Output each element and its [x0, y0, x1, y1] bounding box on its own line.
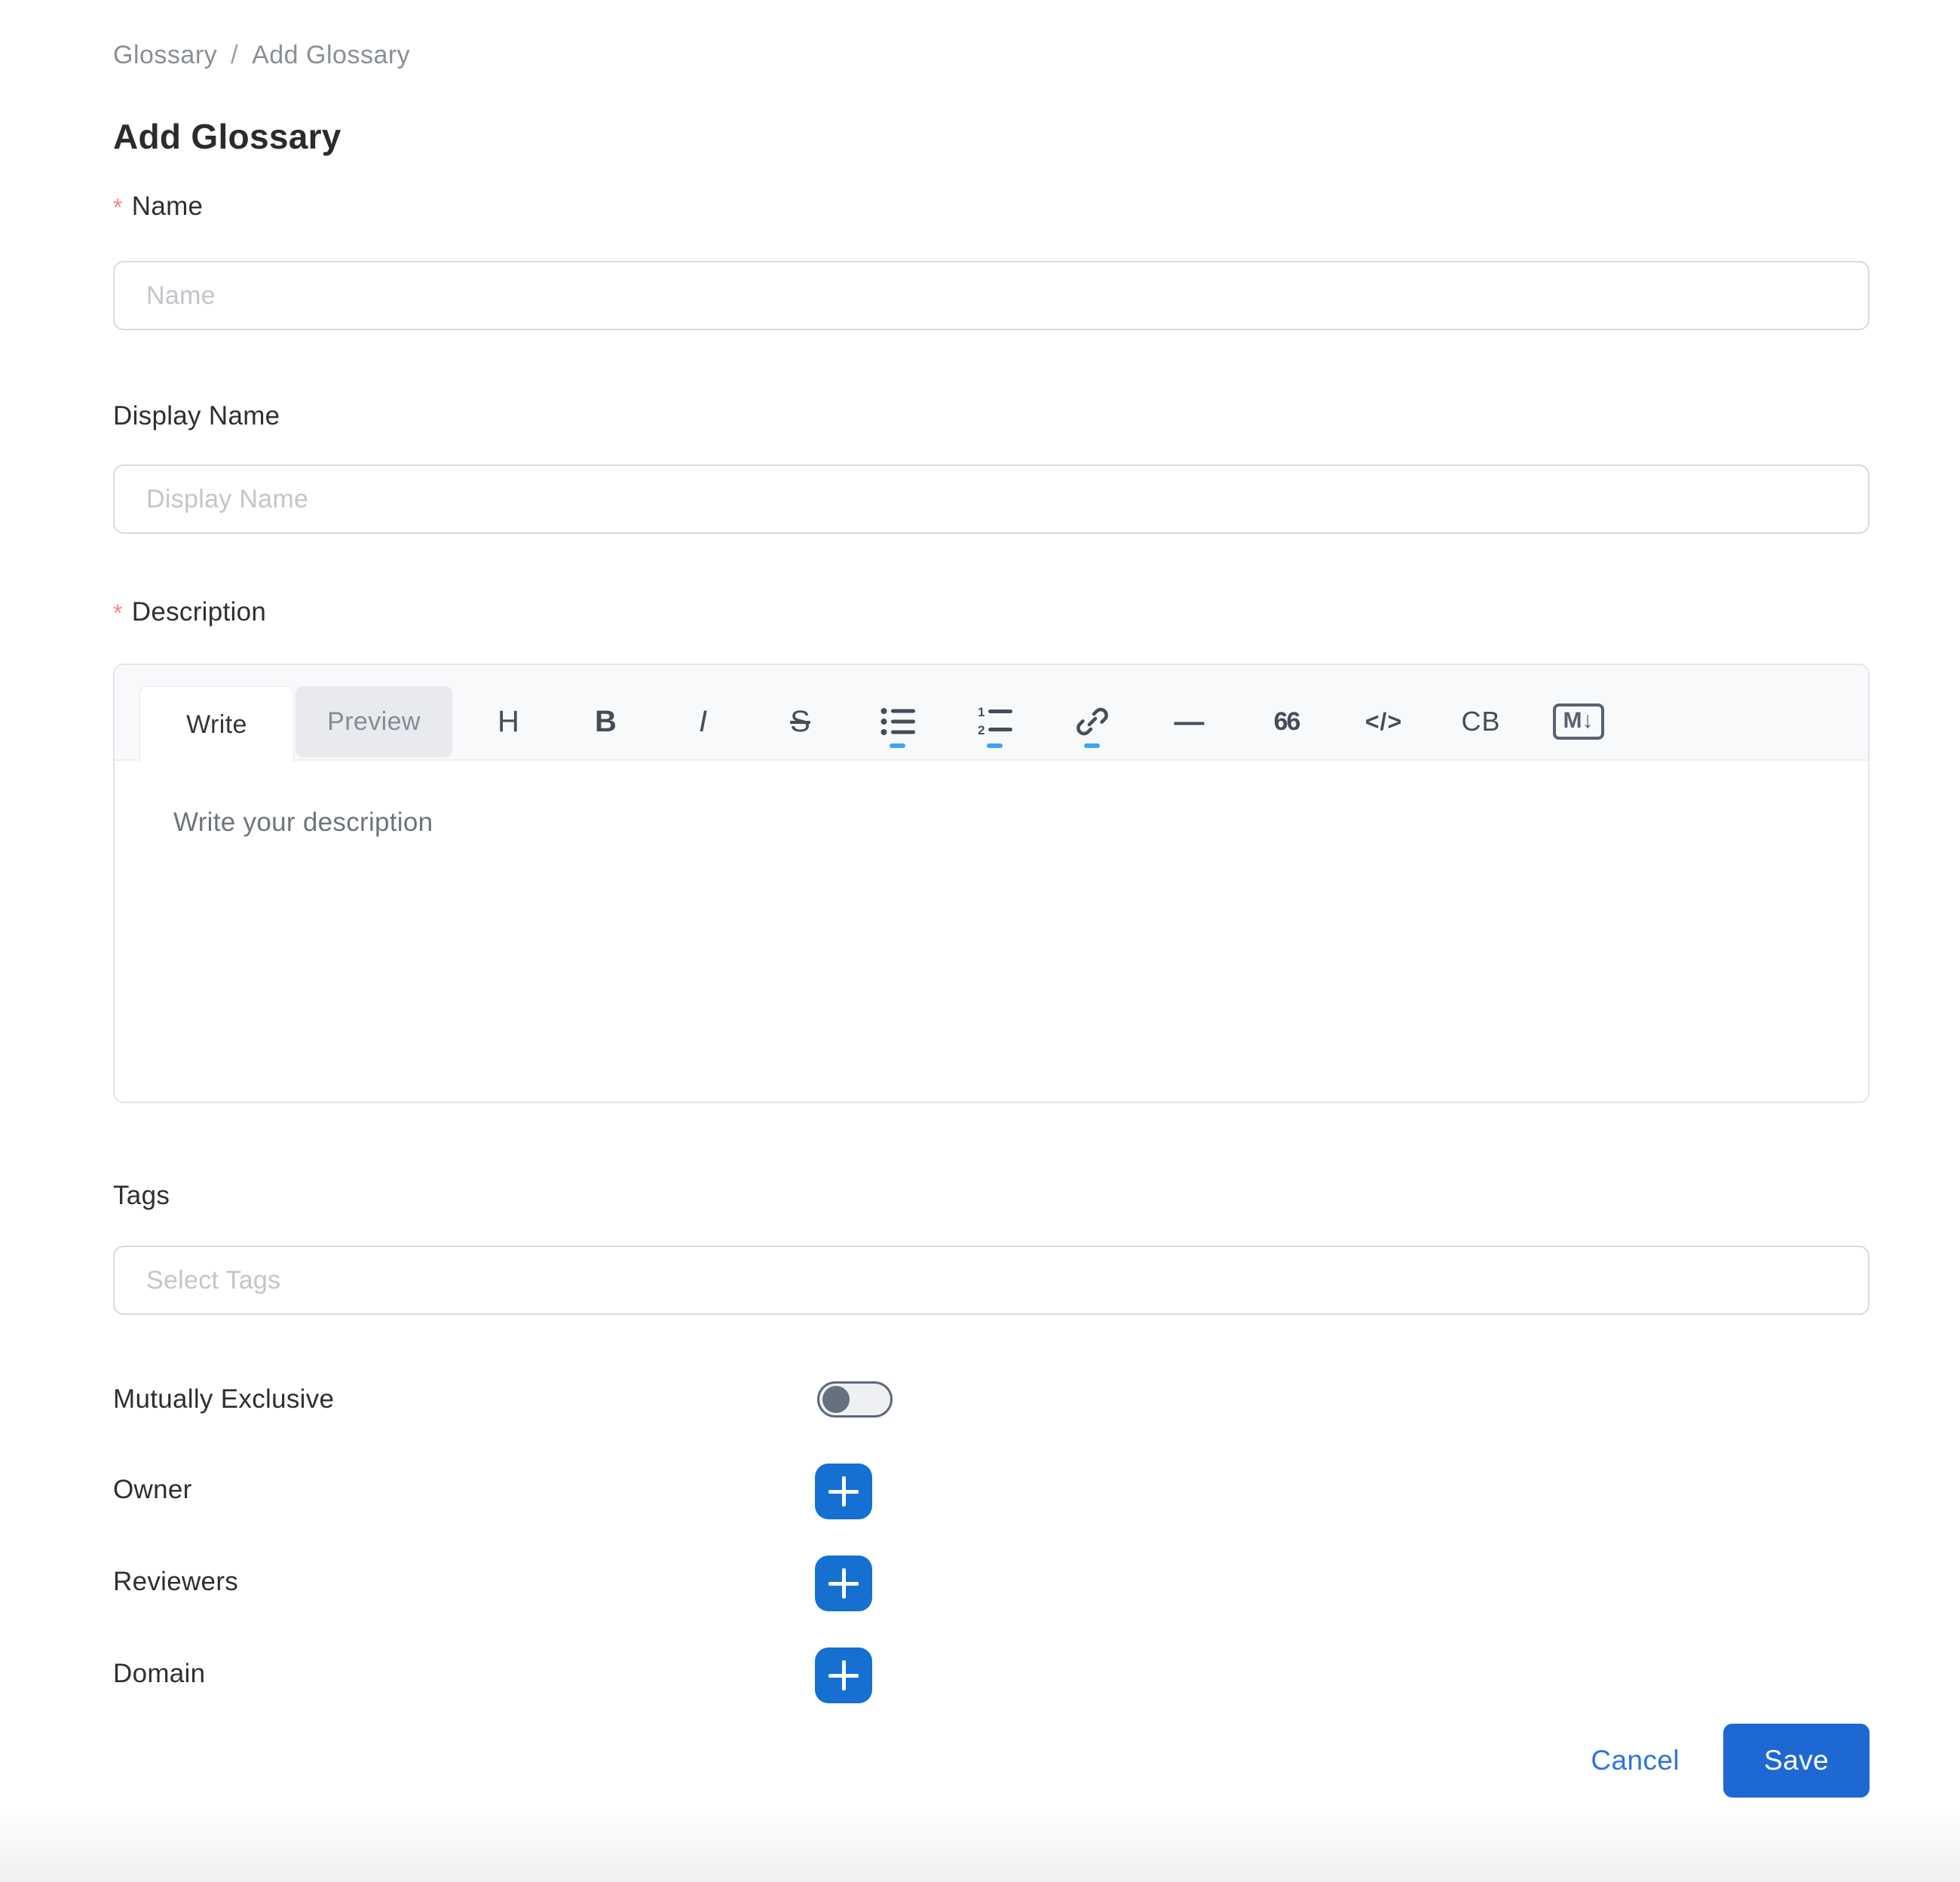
display-name-label: Display Name	[113, 401, 280, 431]
required-asterisk: *	[113, 193, 123, 222]
reviewers-label: Reviewers	[113, 1567, 238, 1597]
code-block-icon[interactable]: CB	[1432, 686, 1530, 757]
name-label: * Name	[113, 192, 203, 222]
tags-label: Tags	[113, 1181, 170, 1211]
strikethrough-icon[interactable]: S	[752, 686, 849, 757]
tags-select-input[interactable]	[113, 1246, 1870, 1315]
page-title: Add Glossary	[113, 116, 341, 157]
cancel-button[interactable]: Cancel	[1586, 1744, 1684, 1777]
italic-icon[interactable]: I	[654, 686, 752, 757]
svg-text:2: 2	[978, 723, 985, 737]
bullet-list-icon[interactable]	[849, 686, 946, 757]
plus-icon	[828, 1476, 859, 1507]
add-owner-button[interactable]	[815, 1464, 872, 1519]
display-name-label-text: Display Name	[113, 401, 280, 431]
ordered-list-icon[interactable]: 1 2	[946, 686, 1043, 757]
save-button[interactable]: Save	[1723, 1724, 1870, 1798]
quote-icon[interactable]: 66	[1238, 686, 1335, 757]
add-reviewer-button[interactable]	[815, 1556, 872, 1611]
svg-text:1: 1	[978, 707, 985, 719]
breadcrumb-separator: /	[231, 41, 238, 70]
name-label-text: Name	[132, 192, 204, 222]
mutually-exclusive-label: Mutually Exclusive	[113, 1384, 334, 1415]
markdown-guide-icon[interactable]: M↓	[1530, 686, 1627, 757]
page-bottom-fade	[0, 1808, 1960, 1882]
breadcrumb: Glossary / Add Glossary	[113, 41, 410, 70]
editor-toolbar-header: Write Preview H B I S 1 2	[115, 665, 1868, 761]
plus-icon	[828, 1568, 859, 1598]
description-editor-body	[115, 761, 1868, 1103]
description-label: * Description	[113, 597, 266, 627]
owner-label-text: Owner	[113, 1475, 192, 1505]
mutually-exclusive-label-text: Mutually Exclusive	[113, 1384, 334, 1415]
description-textarea[interactable]	[115, 761, 1868, 1103]
breadcrumb-glossary[interactable]: Glossary	[113, 41, 217, 70]
owner-label: Owner	[113, 1475, 192, 1505]
horizontal-rule-icon[interactable]: —	[1141, 686, 1238, 757]
description-editor: Write Preview H B I S 1 2	[113, 664, 1870, 1103]
add-domain-button[interactable]	[815, 1648, 872, 1703]
required-asterisk: *	[113, 599, 123, 627]
display-name-input[interactable]	[113, 464, 1870, 534]
form-actions: Cancel Save	[113, 1724, 1870, 1798]
plus-icon	[828, 1660, 859, 1690]
tab-preview[interactable]: Preview	[296, 686, 452, 757]
toggle-knob-icon	[822, 1386, 850, 1413]
domain-label: Domain	[113, 1659, 205, 1689]
description-label-text: Description	[132, 597, 266, 627]
editor-toolbar: H B I S 1 2	[460, 686, 1627, 757]
name-input[interactable]	[113, 261, 1870, 330]
bold-icon[interactable]: B	[557, 686, 654, 757]
heading-icon[interactable]: H	[460, 686, 557, 757]
tab-write[interactable]: Write	[139, 686, 294, 763]
link-icon[interactable]	[1043, 686, 1141, 757]
breadcrumb-add-glossary[interactable]: Add Glossary	[252, 41, 410, 70]
mutually-exclusive-toggle[interactable]	[817, 1381, 893, 1418]
domain-label-text: Domain	[113, 1659, 205, 1689]
code-icon[interactable]: </>	[1335, 686, 1432, 757]
reviewers-label-text: Reviewers	[113, 1567, 238, 1597]
tags-label-text: Tags	[113, 1181, 170, 1211]
